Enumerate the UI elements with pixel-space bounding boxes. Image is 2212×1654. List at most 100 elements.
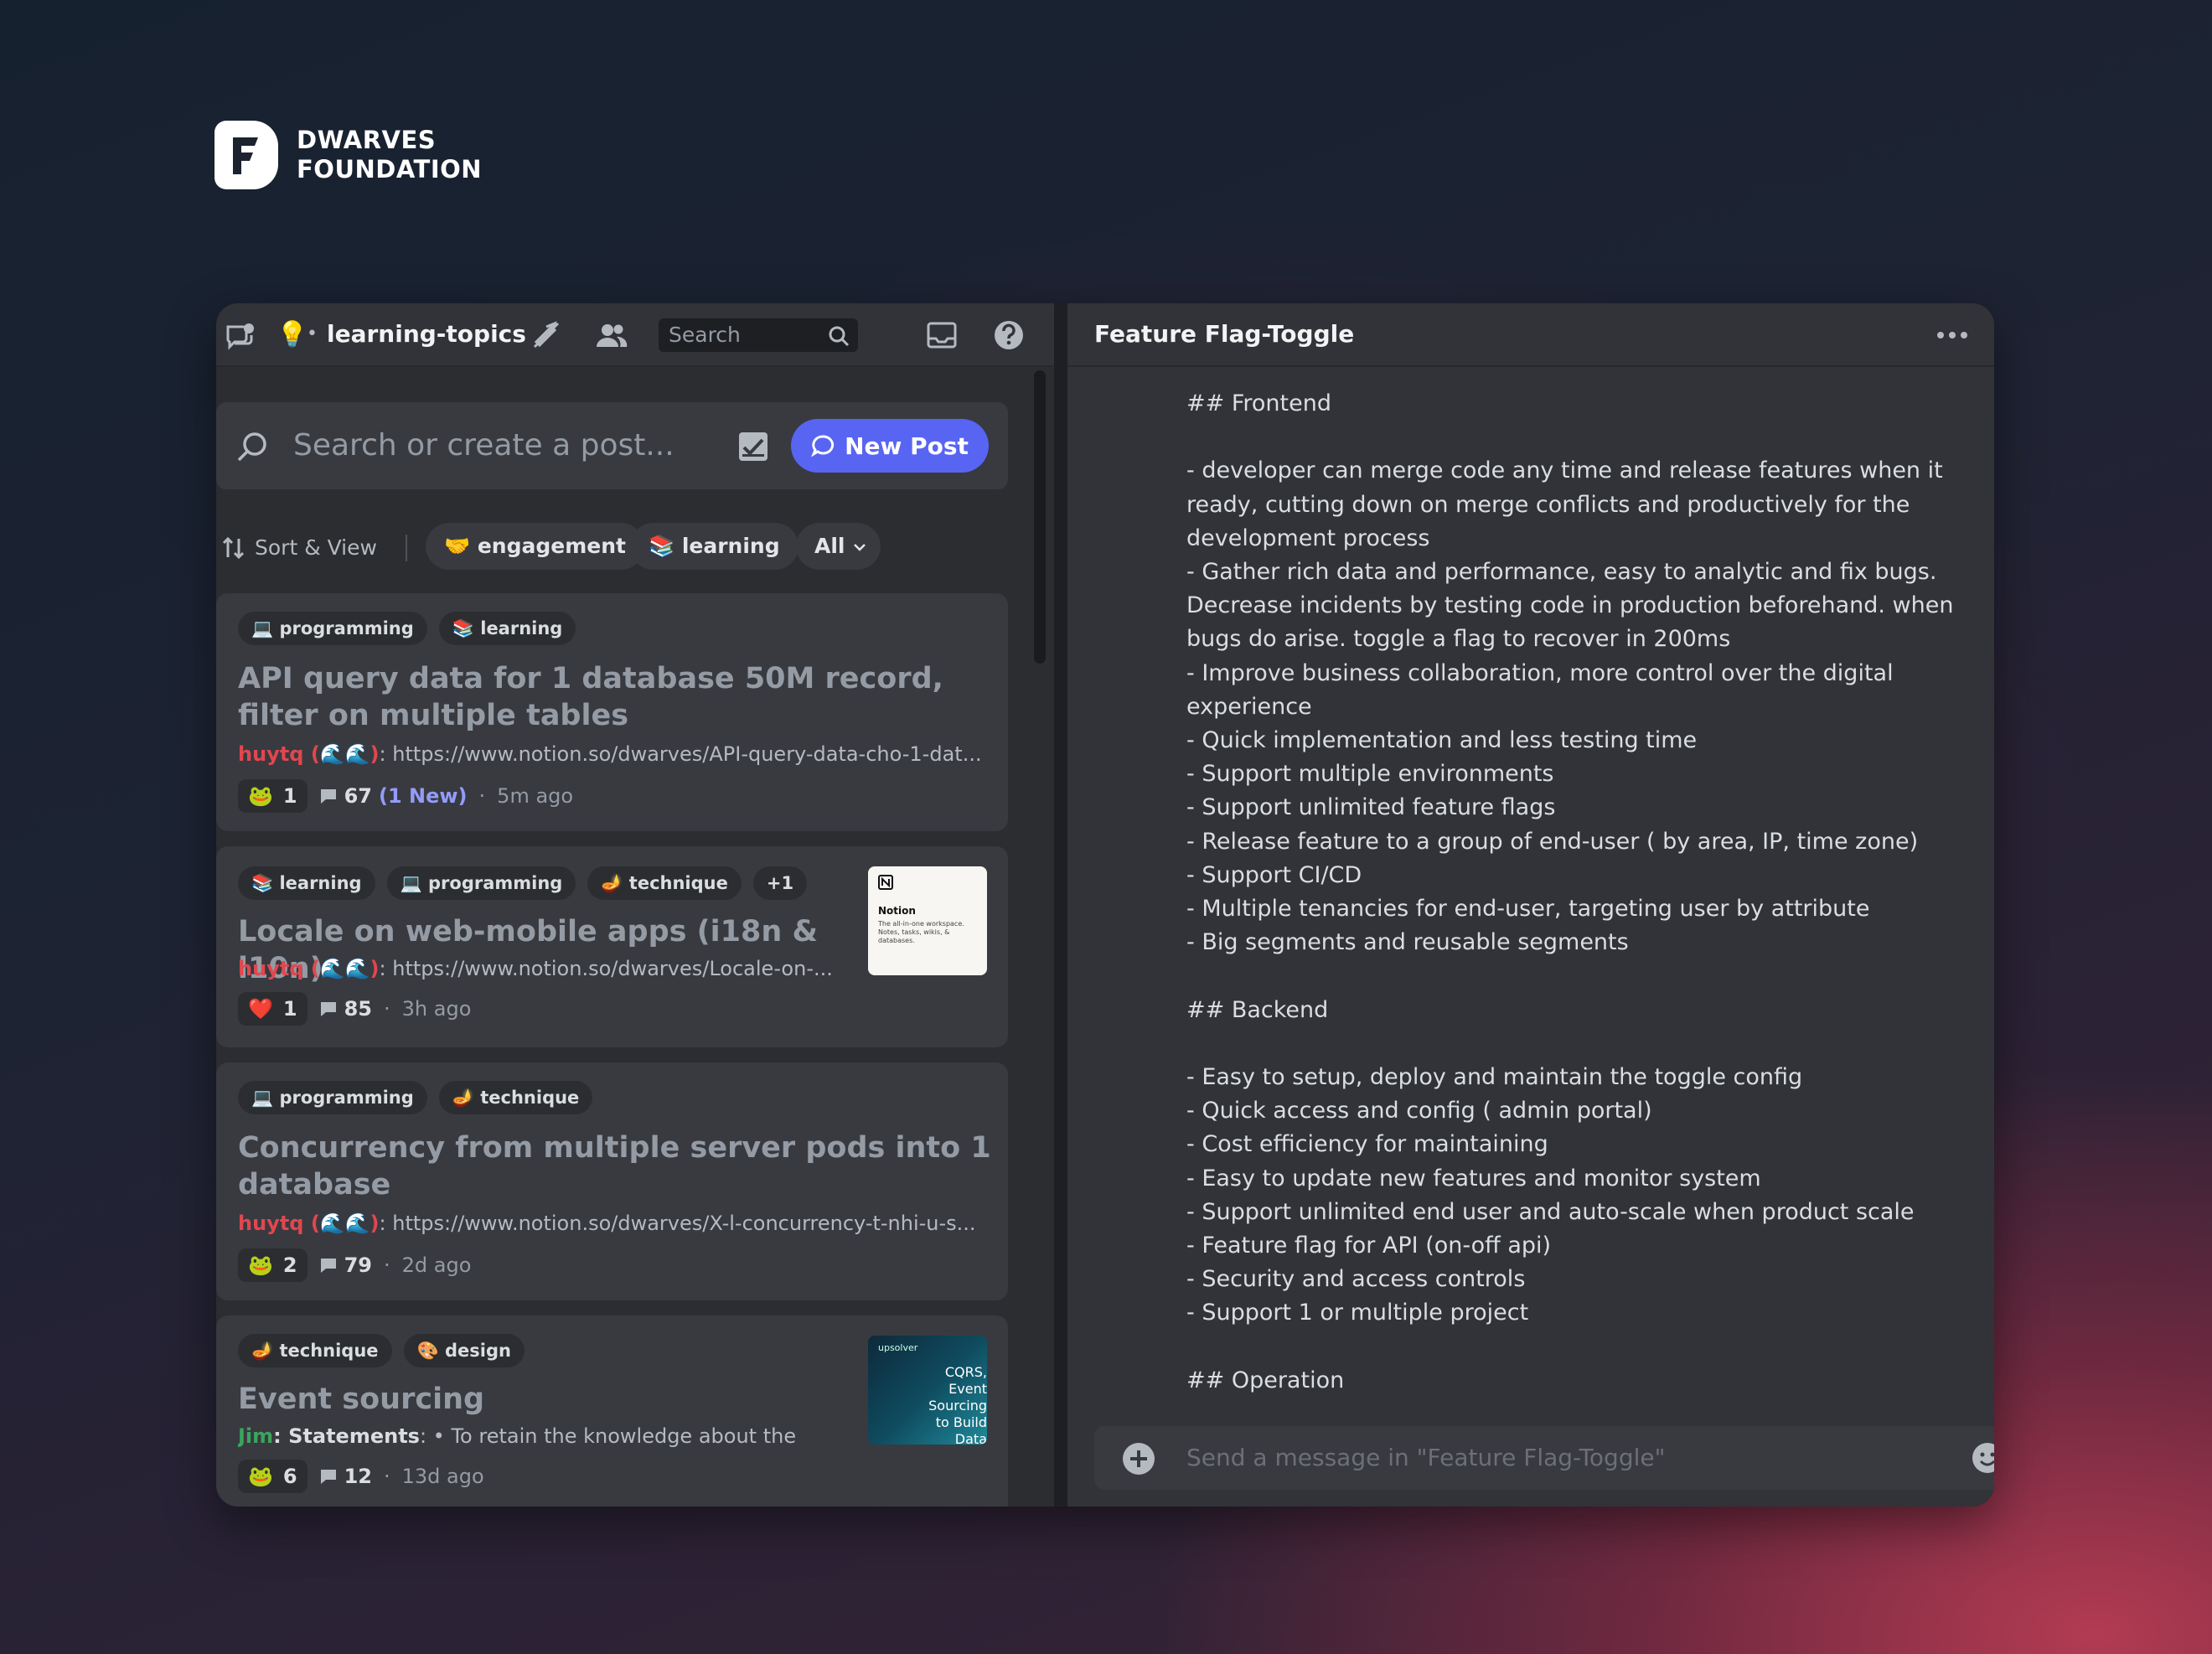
post-preview: huytq (🌊🌊): https://www.notion.so/dwarve… (238, 957, 850, 980)
meta-dot: · (384, 1253, 390, 1277)
forum-scrollbar[interactable] (1034, 370, 1046, 664)
thread-header: Feature Flag-Toggle (1067, 303, 1994, 367)
reaction-button[interactable]: 🐸 2 (238, 1248, 308, 1282)
reaction-button[interactable]: ❤️ 1 (238, 992, 308, 1026)
chat-bubble-icon (811, 435, 835, 457)
filter-all-label: All (814, 534, 845, 558)
post-tag: 📚 learning (438, 612, 576, 645)
meta-dot: · (384, 997, 390, 1021)
message-count-value: 12 (344, 1465, 372, 1488)
frog-emoji-icon: 🐸 (248, 784, 273, 808)
post-author[interactable]: huytq (🌊🌊) (238, 957, 380, 980)
brand-line-1: DWARVES (297, 126, 437, 154)
forum-search-input[interactable]: Search or create a post... New Post (216, 402, 1008, 489)
search-icon (829, 326, 850, 347)
post-tags: 💻 programming 🪔 technique (238, 1081, 593, 1114)
channel-separator: • (307, 323, 318, 344)
post-meta: 🐸 6 12 · 13d ago (238, 1460, 484, 1493)
filter-bar: Sort & View 🤝 engagement 📚 learning All (216, 523, 1054, 573)
reaction-count: 1 (282, 784, 297, 808)
sort-view-label: Sort & View (255, 535, 377, 560)
dwarves-logo-icon (214, 121, 278, 189)
message-icon (320, 1002, 336, 1016)
brand-line-2: FOUNDATION (297, 155, 483, 183)
post-time: 5m ago (497, 784, 574, 808)
post-author[interactable]: huytq (🌊🌊) (238, 742, 380, 766)
thumbnail-title: Notion (878, 905, 916, 917)
post-tags: 💻 programming 📚 learning (238, 612, 576, 645)
sort-view-button[interactable]: Sort & View (221, 523, 377, 573)
forum-post-card[interactable]: 🪔 technique 🎨 design Event sourcing Jim:… (216, 1315, 1008, 1507)
message-count: 79 (319, 1253, 372, 1277)
post-thumbnail[interactable]: Notion The all-in-one workspace. Notes, … (868, 866, 987, 975)
forum-post-card[interactable]: 📚 learning 💻 programming 🪔 technique +1 … (216, 846, 1008, 1047)
message-count: 12 (319, 1465, 372, 1488)
post-title[interactable]: Event sourcing (238, 1381, 858, 1418)
post-tag: 🪔 technique (438, 1081, 593, 1114)
post-author[interactable]: Jim (238, 1424, 273, 1448)
search-icon (237, 432, 266, 462)
reaction-count: 2 (282, 1253, 297, 1277)
thumbnail-brand: upsolver (878, 1342, 918, 1353)
post-tag: 💻 programming (238, 1081, 427, 1114)
header-search-input[interactable]: Search (659, 318, 858, 352)
forum-post-card[interactable]: 💻 programming 📚 learning API query data … (216, 593, 1008, 831)
filter-tag-engagement[interactable]: 🤝 engagement (426, 523, 644, 570)
post-thumbnail[interactable]: upsolver CQRS, Event Sourcing to Build D… (868, 1336, 987, 1445)
thread-pane: Feature Flag-Toggle ## Frontend - develo… (1067, 303, 1994, 1507)
new-post-button[interactable]: New Post (791, 419, 989, 473)
forum-search-placeholder: Search or create a post... (293, 428, 674, 463)
post-author[interactable]: huytq (🌊🌊) (238, 1212, 380, 1235)
checklist-icon[interactable] (737, 431, 769, 463)
meta-dot: · (478, 784, 486, 808)
post-time: 3h ago (401, 997, 472, 1021)
pane-divider[interactable] (1054, 303, 1067, 1507)
channel-header: 💡 • learning-topics Search (216, 303, 1054, 367)
reaction-button[interactable]: 🐸 1 (238, 779, 308, 813)
post-snippet: : https://www.notion.so/dwarves/API-quer… (379, 742, 982, 766)
post-snippet: : • To retain the knowledge about the (419, 1424, 797, 1448)
post-preview: huytq (🌊🌊): https://www.notion.so/dwarve… (238, 1212, 992, 1235)
notification-muted-icon[interactable] (530, 318, 563, 352)
sort-icon (222, 536, 245, 560)
post-time: 13d ago (401, 1465, 484, 1488)
post-title[interactable]: API query data for 1 database 50M record… (238, 660, 992, 734)
filter-tag-learning[interactable]: 📚 learning (630, 523, 798, 570)
post-tag: 🪔 technique (587, 866, 742, 900)
thumbnail-text: CQRS, Event Sourcing to Build Data Archi… (928, 1364, 987, 1445)
thumbnail-text: The all-in-one workspace. Notes, tasks, … (878, 920, 964, 944)
post-time: 2d ago (401, 1253, 472, 1277)
frog-emoji-icon: 🐸 (248, 1253, 273, 1277)
meta-dot: · (384, 1465, 390, 1488)
filter-all-dropdown[interactable]: All (796, 523, 881, 570)
add-attachment-icon[interactable] (1121, 1441, 1156, 1476)
members-icon[interactable] (595, 318, 628, 352)
post-title[interactable]: Concurrency from multiple server pods in… (238, 1129, 992, 1203)
more-options-icon[interactable] (1936, 327, 1969, 344)
post-meta: 🐸 2 79 · 2d ago (238, 1248, 471, 1282)
reaction-button[interactable]: 🐸 6 (238, 1460, 308, 1493)
threads-icon[interactable] (223, 318, 256, 352)
post-snippet: : https://www.notion.so/dwarves/Locale-o… (379, 957, 833, 980)
emoji-picker-icon[interactable] (1971, 1441, 1994, 1475)
post-tag-overflow[interactable]: +1 (752, 866, 808, 900)
post-tag: 💻 programming (386, 866, 576, 900)
thread-title: Feature Flag-Toggle (1094, 320, 1355, 348)
composer-placeholder: Send a message in "Feature Flag-Toggle" (1186, 1444, 1666, 1471)
heart-emoji-icon: ❤️ (248, 997, 273, 1021)
forum-post-card[interactable]: 💻 programming 🪔 technique Concurrency fr… (216, 1062, 1008, 1300)
message-count-value: 67 (344, 784, 372, 808)
post-tag: 📚 learning (238, 866, 375, 900)
thread-message-body: ## Frontend - developer can merge code a… (1186, 390, 1954, 1393)
new-post-label: New Post (845, 432, 969, 460)
post-snippet: : https://www.notion.so/dwarves/X-l-conc… (379, 1212, 976, 1235)
help-icon[interactable] (992, 318, 1026, 352)
inbox-icon[interactable] (925, 318, 959, 352)
app-window: 💡 • learning-topics Search Search or cre… (216, 303, 1994, 1507)
lightbulb-icon: 💡 (276, 320, 308, 349)
reaction-count: 1 (282, 997, 297, 1021)
new-message-count: (1 New) (379, 784, 468, 808)
message-composer[interactable]: Send a message in "Feature Flag-Toggle" (1094, 1426, 1994, 1490)
message-count-value: 85 (344, 997, 372, 1021)
channel-name[interactable]: learning-topics (327, 303, 526, 365)
